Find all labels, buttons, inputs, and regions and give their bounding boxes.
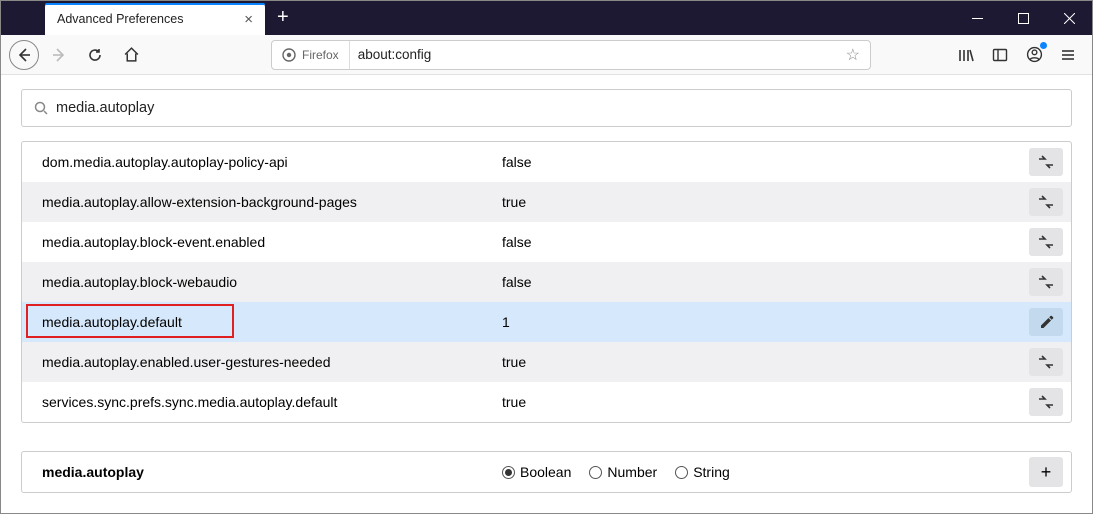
- identity-label: Firefox: [302, 48, 339, 62]
- pref-name: media.autoplay.enabled.user-gestures-nee…: [42, 354, 331, 370]
- notification-dot-icon: [1040, 42, 1047, 49]
- pref-row[interactable]: media.autoplay.default 1: [22, 302, 1071, 342]
- radio-label: Boolean: [520, 464, 571, 480]
- toggle-pref-button[interactable]: [1029, 148, 1063, 176]
- pref-row[interactable]: media.autoplay.block-webaudio false: [22, 262, 1071, 302]
- new-tab-button[interactable]: +: [277, 6, 289, 29]
- back-button[interactable]: [9, 40, 39, 70]
- radio-icon: [502, 466, 515, 479]
- add-pref-name: media.autoplay: [42, 464, 502, 480]
- toggle-pref-button[interactable]: [1029, 388, 1063, 416]
- titlebar: Advanced Preferences × +: [1, 1, 1092, 35]
- reload-button[interactable]: [79, 39, 111, 71]
- pref-value: true: [502, 354, 1029, 370]
- pref-value: false: [502, 154, 1029, 170]
- add-pref-button[interactable]: +: [1029, 457, 1063, 487]
- pref-value: 1: [502, 314, 1029, 330]
- radio-icon: [589, 466, 602, 479]
- tab-title: Advanced Preferences: [57, 12, 183, 26]
- pref-value: false: [502, 234, 1029, 250]
- home-button[interactable]: [115, 39, 147, 71]
- pref-row[interactable]: media.autoplay.enabled.user-gestures-nee…: [22, 342, 1071, 382]
- type-radio-boolean[interactable]: Boolean: [502, 464, 571, 480]
- nav-toolbar: Firefox about:config ☆: [1, 35, 1092, 75]
- close-tab-icon[interactable]: ×: [244, 12, 253, 27]
- maximize-button[interactable]: [1000, 1, 1046, 35]
- pref-value: false: [502, 274, 1029, 290]
- add-pref-row: media.autoplay Boolean Number String +: [21, 451, 1072, 493]
- pref-table: dom.media.autoplay.autoplay-policy-api fa…: [21, 141, 1072, 423]
- add-pref-type-radios: Boolean Number String: [502, 464, 730, 480]
- forward-button: [43, 39, 75, 71]
- pref-name: media.autoplay.block-event.enabled: [42, 234, 265, 250]
- edit-pref-button[interactable]: [1029, 308, 1063, 336]
- pref-value: true: [502, 394, 1029, 410]
- pref-search-box[interactable]: media.autoplay: [21, 89, 1072, 127]
- minimize-button[interactable]: [954, 1, 1000, 35]
- bookmark-star-icon[interactable]: ☆: [836, 45, 870, 65]
- pref-row[interactable]: services.sync.prefs.sync.media.autoplay.…: [22, 382, 1071, 422]
- radio-label: Number: [607, 464, 657, 480]
- pref-name: media.autoplay.default: [42, 314, 182, 330]
- toolbar-right-icons: [950, 39, 1084, 71]
- sidebar-icon[interactable]: [984, 39, 1016, 71]
- pref-row[interactable]: media.autoplay.allow-extension-backgroun…: [22, 182, 1071, 222]
- pref-row[interactable]: media.autoplay.block-event.enabled false: [22, 222, 1071, 262]
- browser-tab[interactable]: Advanced Preferences ×: [45, 3, 265, 35]
- library-icon[interactable]: [950, 39, 982, 71]
- highlight-box: [26, 304, 234, 338]
- pref-name: dom.media.autoplay.autoplay-policy-api: [42, 154, 288, 170]
- toggle-pref-button[interactable]: [1029, 268, 1063, 296]
- browser-window: Advanced Preferences × + Firefox about:c…: [0, 0, 1093, 514]
- type-radio-number[interactable]: Number: [589, 464, 657, 480]
- tab-active-indicator: [45, 3, 265, 5]
- radio-label: String: [693, 464, 730, 480]
- pref-name: media.autoplay.block-webaudio: [42, 274, 237, 290]
- url-input[interactable]: about:config: [350, 47, 836, 62]
- menu-icon[interactable]: [1052, 39, 1084, 71]
- url-bar[interactable]: Firefox about:config ☆: [271, 40, 871, 70]
- radio-icon: [675, 466, 688, 479]
- toggle-pref-button[interactable]: [1029, 348, 1063, 376]
- type-radio-string[interactable]: String: [675, 464, 730, 480]
- toggle-pref-button[interactable]: [1029, 188, 1063, 216]
- search-icon: [34, 101, 48, 115]
- pref-name: media.autoplay.allow-extension-backgroun…: [42, 194, 357, 210]
- account-icon[interactable]: [1018, 39, 1050, 71]
- window-controls: [954, 1, 1092, 35]
- toggle-pref-button[interactable]: [1029, 228, 1063, 256]
- pref-row[interactable]: dom.media.autoplay.autoplay-policy-api fa…: [22, 142, 1071, 182]
- close-window-button[interactable]: [1046, 1, 1092, 35]
- about-config-content: media.autoplay dom.media.autoplay.autopl…: [1, 75, 1092, 513]
- pref-search-input[interactable]: media.autoplay: [56, 100, 154, 116]
- pref-value: true: [502, 194, 1029, 210]
- pref-name: services.sync.prefs.sync.media.autoplay.…: [42, 394, 337, 410]
- firefox-icon: [282, 48, 296, 62]
- identity-box[interactable]: Firefox: [272, 41, 350, 69]
